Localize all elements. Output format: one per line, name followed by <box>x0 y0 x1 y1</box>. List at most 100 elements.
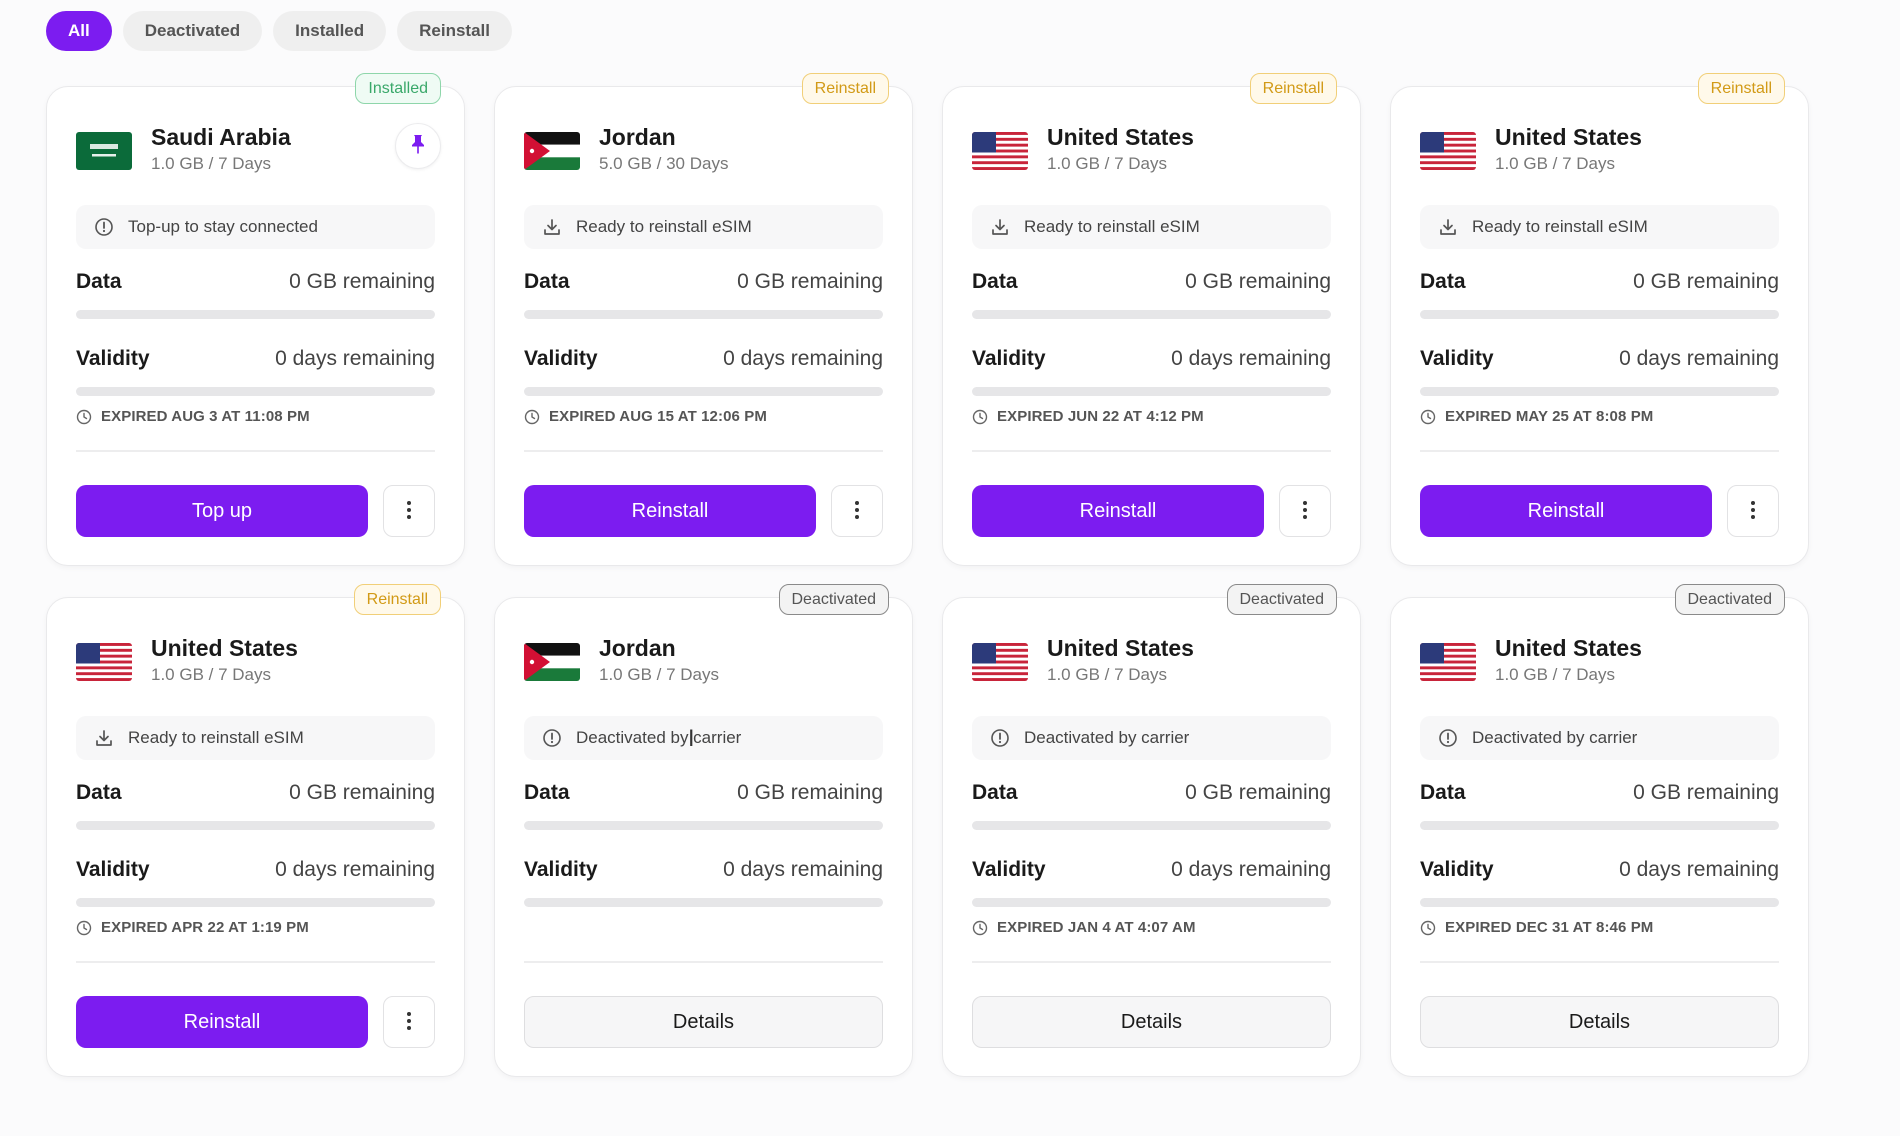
data-row: Data 0 GB remaining <box>1420 270 1779 294</box>
expiry-text: EXPIRED DEC 31 AT 8:46 PM <box>1445 919 1654 936</box>
validity-label: Validity <box>76 858 150 881</box>
data-progress-bar <box>972 310 1331 319</box>
data-progress-bar <box>76 310 435 319</box>
details-button[interactable]: Details <box>1420 996 1779 1048</box>
divider <box>1420 961 1779 963</box>
validity-progress-bar <box>76 387 435 396</box>
card-actions: Top up <box>76 485 435 537</box>
card-actions: Reinstall <box>76 996 435 1048</box>
reinstall-button[interactable]: Reinstall <box>972 485 1264 537</box>
status-badge: Deactivated <box>1674 584 1785 615</box>
data-row: Data 0 GB remaining <box>972 270 1331 294</box>
card-header: United States 1.0 GB / 7 Days <box>76 634 435 694</box>
data-remaining: 0 GB remaining <box>1185 781 1331 804</box>
pin-button[interactable] <box>395 123 441 169</box>
filter-reinstall[interactable]: Reinstall <box>397 11 512 51</box>
more-options-button[interactable] <box>1727 485 1779 537</box>
reinstall-button[interactable]: Reinstall <box>76 996 368 1048</box>
validity-label: Validity <box>524 858 598 881</box>
more-vertical-icon <box>854 500 860 523</box>
details-button[interactable]: Details <box>972 996 1331 1048</box>
data-label: Data <box>524 781 570 804</box>
country-name: United States <box>1495 635 1642 661</box>
card-header: United States 1.0 GB / 7 Days <box>1420 123 1779 183</box>
country-name: United States <box>151 635 298 661</box>
expiry-text: EXPIRED MAY 25 AT 8:08 PM <box>1445 408 1654 425</box>
text-cursor-icon: I <box>688 727 695 752</box>
data-remaining: 0 GB remaining <box>737 781 883 804</box>
country-name: Saudi Arabia <box>151 124 291 150</box>
alert-circle-icon <box>1437 727 1459 749</box>
more-options-button[interactable] <box>383 485 435 537</box>
validity-remaining: 0 days remaining <box>1619 858 1779 881</box>
status-badge: Reinstall <box>1697 73 1785 104</box>
plan-details: 1.0 GB / 7 Days <box>151 665 271 684</box>
card-actions: Reinstall <box>1420 485 1779 537</box>
divider <box>76 961 435 963</box>
divider <box>1420 450 1779 452</box>
validity-row: Validity 0 days remaining <box>972 347 1331 371</box>
download-icon <box>93 727 115 749</box>
data-remaining: 0 GB remaining <box>737 270 883 293</box>
data-label: Data <box>972 781 1018 804</box>
filter-installed[interactable]: Installed <box>273 11 387 51</box>
data-row: Data 0 GB remaining <box>524 270 883 294</box>
data-remaining: 0 GB remaining <box>289 270 435 293</box>
data-progress-bar <box>972 821 1331 830</box>
expiry-text: EXPIRED JAN 4 AT 4:07 AM <box>997 919 1196 936</box>
esim-card: Reinstall United States 1.0 GB / 7 Days … <box>942 73 1361 566</box>
more-options-button[interactable] <box>1279 485 1331 537</box>
download-icon <box>989 216 1011 238</box>
card-actions: Details <box>972 996 1331 1048</box>
status-message: Ready to reinstall eSIM <box>76 716 435 760</box>
top-up-button[interactable]: Top up <box>76 485 368 537</box>
status-text: Deactivated by carrier <box>1472 728 1638 747</box>
clock-icon <box>76 409 92 425</box>
data-label: Data <box>1420 270 1466 293</box>
filter-tabs: All Deactivated Installed Reinstall <box>46 11 512 51</box>
data-label: Data <box>524 270 570 293</box>
validity-label: Validity <box>972 858 1046 881</box>
esim-card: Reinstall Jordan 5.0 GB / 30 Days Ready … <box>494 73 913 566</box>
more-options-button[interactable] <box>831 485 883 537</box>
status-text: Ready to reinstall eSIM <box>1472 217 1648 236</box>
alert-circle-icon <box>93 216 115 238</box>
esim-card: Reinstall United States 1.0 GB / 7 Days … <box>46 584 465 1077</box>
divider <box>524 961 883 963</box>
reinstall-button[interactable]: Reinstall <box>524 485 816 537</box>
validity-progress-bar <box>524 387 883 396</box>
flag-us-icon <box>1420 643 1476 681</box>
expiry-text: EXPIRED APR 22 AT 1:19 PM <box>101 919 309 936</box>
validity-remaining: 0 days remaining <box>723 347 883 370</box>
esim-card: Deactivated Jordan 1.0 GB / 7 Days Deact… <box>494 584 913 1077</box>
divider <box>972 961 1331 963</box>
validity-label: Validity <box>76 347 150 370</box>
status-text: Ready to reinstall eSIM <box>128 728 304 747</box>
data-progress-bar <box>76 821 435 830</box>
plan-details: 1.0 GB / 7 Days <box>1047 154 1167 173</box>
reinstall-button[interactable]: Reinstall <box>1420 485 1712 537</box>
data-progress-bar <box>1420 310 1779 319</box>
card-header: United States 1.0 GB / 7 Days <box>972 123 1331 183</box>
status-badge: Installed <box>355 73 441 104</box>
status-text: Deactivated by carrier <box>576 728 742 747</box>
filter-all[interactable]: All <box>46 11 112 51</box>
status-text: Ready to reinstall eSIM <box>576 217 752 236</box>
details-button[interactable]: Details <box>524 996 883 1048</box>
data-remaining: 0 GB remaining <box>289 781 435 804</box>
country-name: United States <box>1495 124 1642 150</box>
status-message: Ready to reinstall eSIM <box>524 205 883 249</box>
flag-us-icon <box>972 132 1028 170</box>
validity-progress-bar <box>1420 898 1779 907</box>
plan-details: 5.0 GB / 30 Days <box>599 154 729 173</box>
filter-deactivated[interactable]: Deactivated <box>122 11 263 51</box>
more-vertical-icon <box>1750 500 1756 523</box>
esim-card: Deactivated United States 1.0 GB / 7 Day… <box>942 584 1361 1077</box>
card-actions: Details <box>1420 996 1779 1048</box>
validity-row: Validity 0 days remaining <box>1420 347 1779 371</box>
validity-row: Validity 0 days remaining <box>524 347 883 371</box>
status-badge: Deactivated <box>778 584 889 615</box>
data-remaining: 0 GB remaining <box>1633 781 1779 804</box>
more-options-button[interactable] <box>383 996 435 1048</box>
validity-row: Validity 0 days remaining <box>972 858 1331 882</box>
